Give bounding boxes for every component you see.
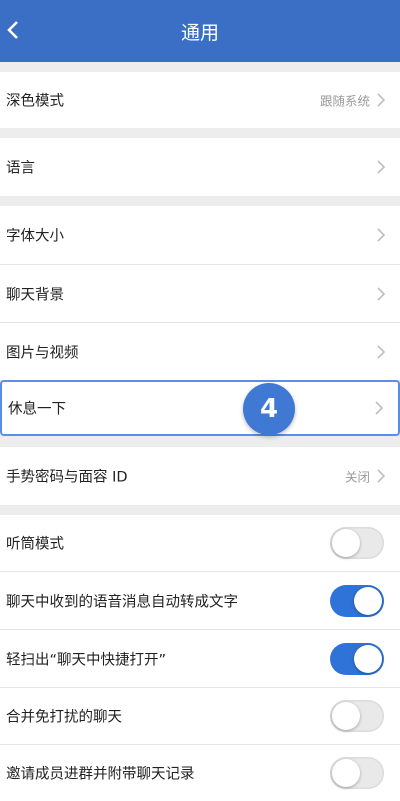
- merge-muted-toggle[interactable]: [330, 700, 384, 732]
- setting-value: 关闭: [344, 469, 370, 485]
- setting-label: 手势密码与面容 ID: [6, 469, 128, 486]
- setting-voice-to-text: 聊天中收到的语音消息自动转成文字: [0, 572, 400, 629]
- setting-dark-mode[interactable]: 深色模式 跟随系统: [0, 72, 400, 128]
- setting-take-break[interactable]: 休息一下: [0, 380, 400, 436]
- setting-gesture-faceid[interactable]: 手势密码与面容 ID 关闭: [0, 447, 400, 505]
- setting-earpiece-mode: 听筒模式: [0, 515, 400, 571]
- chevron-right-icon: [377, 344, 386, 359]
- header-bar: 通用: [0, 0, 400, 62]
- swipe-quick-open-toggle[interactable]: [330, 642, 384, 675]
- toggle-knob: [332, 529, 360, 557]
- setting-label: 字体大小: [6, 228, 64, 245]
- setting-label: 聊天背景: [6, 287, 64, 303]
- earpiece-mode-toggle[interactable]: [330, 527, 384, 559]
- toggle-knob: [332, 759, 360, 787]
- setting-label: 合并免打扰的聊天: [6, 709, 122, 726]
- setting-swipe-quick-open: 轻扫出“聊天中快捷打开”: [0, 630, 400, 687]
- chevron-left-icon: [7, 21, 18, 39]
- toggle-knob: [332, 702, 360, 730]
- back-button[interactable]: [2, 15, 24, 45]
- setting-chat-background[interactable]: 聊天背景: [0, 265, 400, 322]
- setting-value: 跟随系统: [319, 93, 370, 109]
- setting-label: 听筒模式: [6, 536, 64, 553]
- setting-language[interactable]: 语言: [0, 138, 400, 196]
- chevron-right-icon: [377, 160, 386, 174]
- toggle-knob: [354, 644, 382, 673]
- chevron-right-icon: [375, 401, 384, 415]
- setting-label: 聊天中收到的语音消息自动转成文字: [6, 594, 238, 610]
- setting-invite-history: 邀请成员进群并附带聊天记录: [0, 745, 400, 801]
- toggle-knob: [354, 586, 382, 615]
- chevron-right-icon: [377, 469, 386, 483]
- setting-label: 深色模式: [6, 93, 64, 110]
- setting-font-size[interactable]: 字体大小: [0, 206, 400, 264]
- setting-merge-muted: 合并免打扰的聊天: [0, 688, 400, 744]
- setting-label: 图片与视频: [6, 345, 79, 361]
- chevron-right-icon: [377, 286, 386, 301]
- setting-label: 轻扫出“聊天中快捷打开”: [6, 652, 167, 668]
- invite-history-toggle[interactable]: [330, 757, 384, 789]
- chevron-right-icon: [377, 228, 386, 242]
- page-title: 通用: [180, 21, 219, 44]
- setting-label: 邀请成员进群并附带聊天记录: [6, 766, 195, 783]
- setting-label: 语言: [6, 160, 35, 177]
- chevron-right-icon: [377, 93, 386, 107]
- setting-photos-videos[interactable]: 图片与视频: [0, 323, 400, 380]
- step-number-badge: 4: [243, 383, 295, 435]
- voice-to-text-toggle[interactable]: [330, 584, 384, 617]
- setting-label: 休息一下: [8, 401, 66, 418]
